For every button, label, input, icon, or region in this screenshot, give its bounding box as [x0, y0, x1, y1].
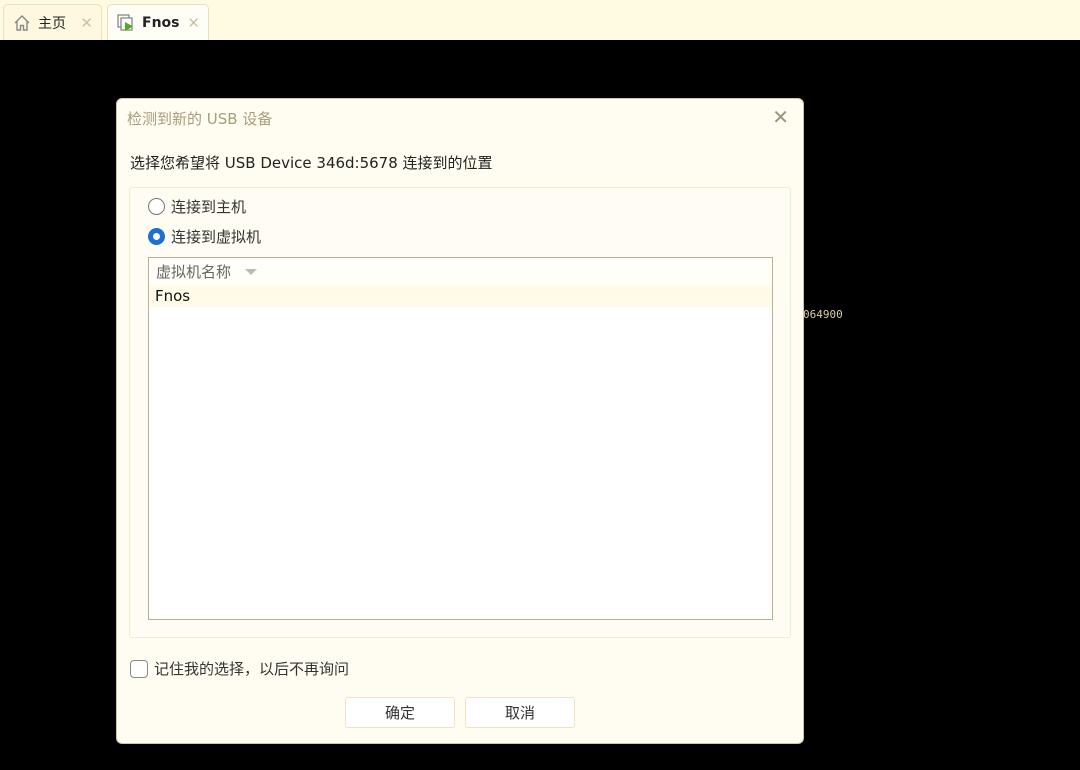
sort-down-icon [245, 268, 258, 275]
radio-connect-vm[interactable]: 连接到虚拟机 [148, 226, 261, 247]
tab-label: Fnos [142, 14, 180, 31]
checkbox-label: 记住我的选择，以后不再询问 [154, 660, 350, 678]
radio-connect-host[interactable]: 连接到主机 [148, 196, 246, 217]
radio-label: 连接到虚拟机 [171, 228, 262, 246]
home-icon [12, 13, 32, 33]
vm-list[interactable]: 虚拟机名称 Fnos [148, 257, 773, 620]
column-header-label: 虚拟机名称 [156, 263, 232, 281]
list-item[interactable]: Fnos [149, 285, 772, 307]
radio-unchecked-icon [148, 198, 165, 215]
vm-running-icon [116, 13, 136, 33]
close-icon[interactable]: ✕ [772, 105, 789, 129]
connection-options: 连接到主机 连接到虚拟机 虚拟机名称 Fnos [129, 187, 791, 638]
tab-label: 主页 [38, 15, 66, 32]
close-tab-icon[interactable]: ✕ [80, 14, 93, 32]
tab-bar: 主页 ✕ Fnos ✕ [0, 0, 1080, 40]
radio-label: 连接到主机 [171, 198, 247, 216]
vm-name: Fnos [155, 287, 191, 305]
cancel-button[interactable]: 取消 [465, 697, 575, 728]
close-tab-icon[interactable]: ✕ [187, 14, 200, 32]
checkbox-icon [130, 659, 148, 678]
column-header-vm-name[interactable]: 虚拟机名称 [149, 258, 772, 285]
usb-detected-dialog: 检测到新的 USB 设备 ✕ 选择您希望将 USB Device 346d:56… [116, 98, 804, 744]
tab-home[interactable]: 主页 ✕ [3, 4, 102, 40]
dialog-prompt: 选择您希望将 USB Device 346d:5678 连接到的位置 [130, 154, 493, 172]
dialog-title: 检测到新的 USB 设备 [127, 110, 273, 128]
remember-choice-checkbox[interactable]: 记住我的选择，以后不再询问 [130, 658, 349, 679]
ok-button[interactable]: 确定 [345, 697, 455, 728]
tab-fnos[interactable]: Fnos ✕ [107, 4, 209, 40]
radio-checked-icon [148, 228, 165, 245]
console-text: 064900 [803, 308, 843, 321]
